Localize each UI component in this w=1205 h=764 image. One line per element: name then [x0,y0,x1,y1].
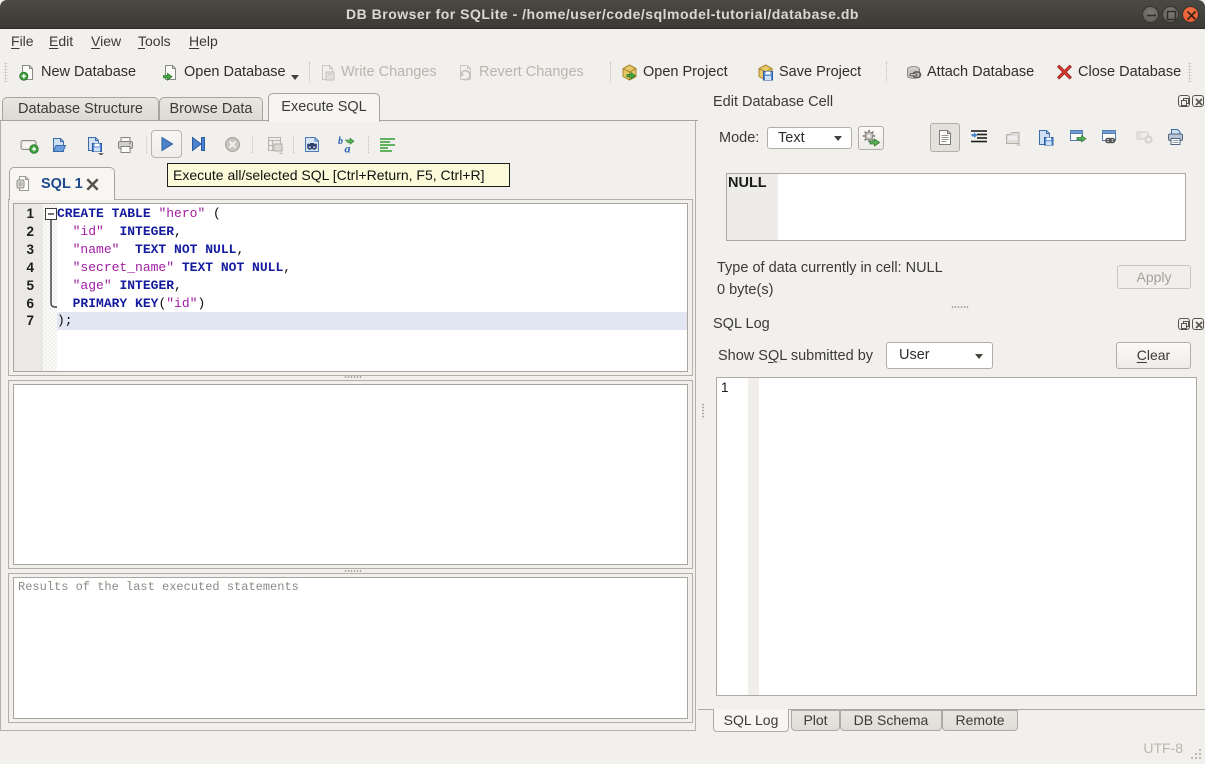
svg-text:b: b [338,136,343,147]
svg-text:a: a [345,142,351,155]
